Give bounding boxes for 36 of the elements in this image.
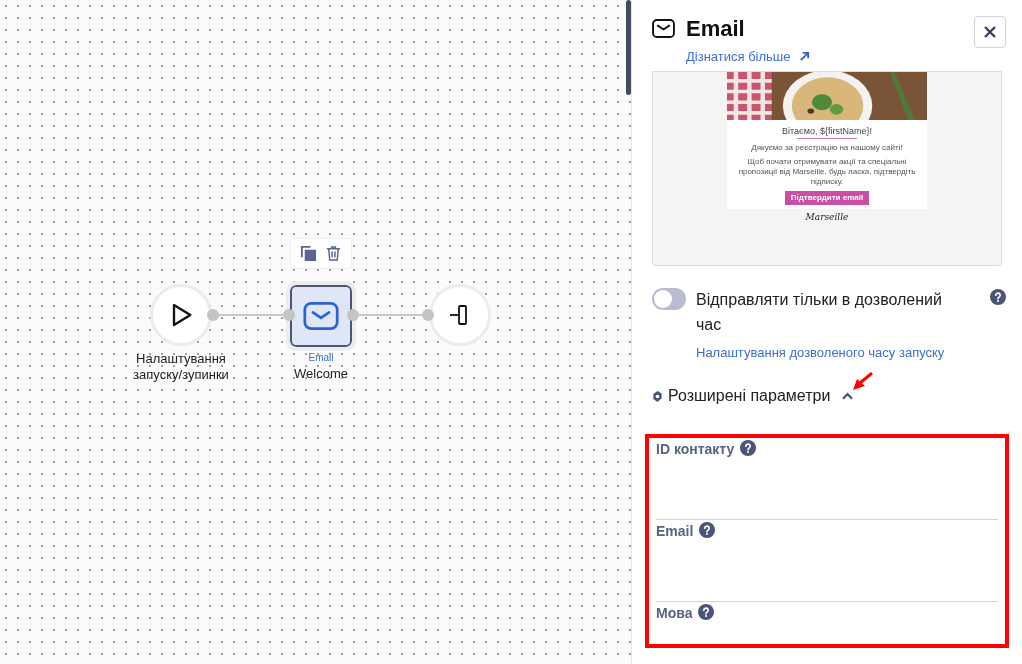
- annotation-arrow-icon: [851, 372, 873, 392]
- trash-icon[interactable]: [325, 245, 342, 262]
- node-type-label: Email: [307, 352, 335, 364]
- field-label: Email: [656, 522, 694, 541]
- scrollbar[interactable]: [626, 0, 631, 95]
- envelope-icon: [652, 19, 675, 38]
- input-field[interactable]: Мова: [656, 602, 998, 644]
- field-label: Мова: [656, 604, 693, 623]
- panel-title: Email: [686, 16, 746, 42]
- node-label: Welcome: [293, 366, 349, 382]
- toggle-label: Відправляти тільки в дозволений час: [696, 289, 943, 335]
- help-icon[interactable]: [990, 288, 1006, 305]
- time-settings-link[interactable]: Налаштування дозволеного часу запуску: [696, 342, 961, 362]
- email-greeting: Вітаємо, ${firstName}!: [782, 125, 872, 137]
- input-field[interactable]: ID контакту: [656, 438, 998, 520]
- confirm-email-button[interactable]: Підтвердити email: [784, 190, 870, 205]
- learn-more-link[interactable]: Дізнатися більше: [686, 47, 810, 67]
- close-icon: [984, 26, 996, 38]
- close-button[interactable]: [974, 16, 1006, 48]
- node-label: Налаштування запуску/зупинки: [132, 351, 230, 383]
- field-label: ID контакту: [656, 440, 735, 459]
- email-text: Щоб почати отримувати акції та спеціальні пропозиції від Marseille, будь ласка, підтвердіть підписку.: [737, 156, 917, 187]
- help-icon[interactable]: [740, 440, 757, 456]
- email-text: Дякуємо за реєстрацію на нашому сайті!: [751, 142, 903, 153]
- start-node[interactable]: [150, 284, 212, 346]
- gear-icon: [652, 390, 663, 402]
- copy-icon[interactable]: [300, 245, 317, 262]
- envelope-icon: [303, 300, 339, 332]
- external-arrow-icon: [798, 51, 810, 63]
- advanced-toggle[interactable]: Розширені параметри: [668, 384, 854, 408]
- toggle-switch[interactable]: [652, 287, 686, 310]
- help-icon[interactable]: [699, 522, 716, 538]
- input-field[interactable]: Email: [656, 520, 998, 602]
- chevron-icon: [842, 392, 854, 400]
- email-signature: Marseille: [805, 211, 849, 223]
- help-icon[interactable]: [698, 604, 715, 620]
